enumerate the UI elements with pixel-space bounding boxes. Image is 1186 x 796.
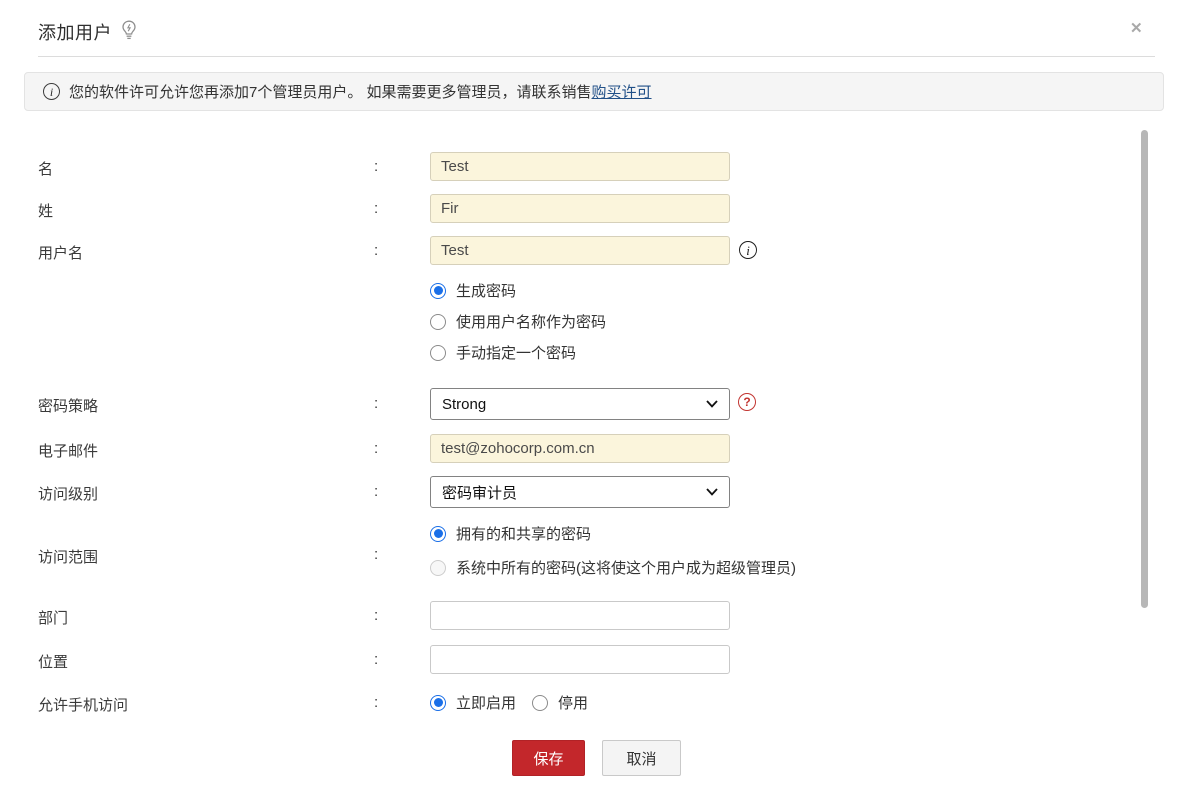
license-info-banner: i 您的软件许可允许您再添加7个管理员用户。 如果需要更多管理员，请联系销售 购买…: [24, 72, 1164, 111]
last-name-label: 姓: [38, 203, 54, 220]
add-user-dialog: 添加用户 ✕ i 您的软件许可允许您再添加7个管理员用户。 如果需要更多管理员，…: [0, 0, 1186, 796]
radio-manual-password[interactable]: 手动指定一个密码: [430, 342, 576, 363]
radio-generate-password[interactable]: 生成密码: [430, 280, 516, 301]
department-input[interactable]: [430, 601, 730, 630]
close-icon[interactable]: ✕: [1130, 21, 1143, 36]
radio-label: 立即启用: [456, 695, 517, 712]
department-label: 部门: [38, 610, 69, 627]
radio-label: 系统中所有的密码(这将使这个用户成为超级管理员): [456, 560, 796, 577]
lightbulb-hint-icon[interactable]: [121, 20, 137, 46]
page-title: 添加用户: [38, 23, 112, 43]
buy-license-link[interactable]: 购买许可: [592, 81, 652, 102]
password-policy-label: 密码策略: [38, 398, 99, 415]
selected-option: Strong: [442, 395, 487, 413]
last-name-input[interactable]: [430, 194, 730, 223]
radio-owned-shared-passwords[interactable]: 拥有的和共享的密码: [430, 523, 591, 544]
radio-username-as-password[interactable]: 使用用户名称作为密码: [430, 311, 606, 332]
header-divider: [38, 56, 1155, 57]
colon: :: [374, 546, 379, 563]
radio-dot: [430, 344, 446, 361]
access-scope-label: 访问范围: [38, 549, 99, 566]
radio-label: 拥有的和共享的密码: [456, 526, 592, 543]
radio-all-passwords-superadmin[interactable]: 系统中所有的密码(这将使这个用户成为超级管理员): [430, 557, 796, 578]
info-icon: i: [43, 83, 60, 100]
scrollbar-thumb[interactable]: [1141, 130, 1148, 608]
email-label: 电子邮件: [38, 443, 99, 460]
radio-enable-now[interactable]: 立即启用: [430, 692, 516, 713]
username-info-icon[interactable]: i: [739, 241, 757, 259]
radio-label: 停用: [558, 695, 589, 712]
colon: :: [374, 242, 379, 259]
access-level-label: 访问级别: [38, 486, 99, 503]
colon: :: [374, 483, 379, 500]
cancel-button[interactable]: 取消: [602, 740, 681, 776]
radio-label: 使用用户名称作为密码: [456, 314, 607, 331]
location-label: 位置: [38, 654, 69, 671]
chevron-down-icon: [706, 400, 718, 408]
radio-dot: [430, 559, 446, 576]
location-input[interactable]: [430, 645, 730, 674]
password-policy-select[interactable]: Strong: [430, 388, 730, 420]
save-button[interactable]: 保存: [512, 740, 585, 776]
radio-label: 手动指定一个密码: [456, 345, 577, 362]
dialog-header: 添加用户: [38, 18, 137, 46]
colon: :: [374, 651, 379, 668]
radio-dot: [430, 282, 446, 299]
colon: :: [374, 395, 379, 412]
colon: :: [374, 158, 379, 175]
password-policy-help-icon[interactable]: ?: [738, 393, 756, 411]
license-info-text: 您的软件许可允许您再添加7个管理员用户。 如果需要更多管理员，请联系销售: [69, 84, 592, 101]
radio-disable[interactable]: 停用: [532, 692, 588, 713]
colon: :: [374, 607, 379, 624]
radio-dot: [532, 694, 548, 711]
username-label: 用户名: [38, 245, 84, 262]
username-input[interactable]: [430, 236, 730, 265]
email-input[interactable]: [430, 434, 730, 463]
chevron-down-icon: [706, 488, 718, 496]
mobile-access-label: 允许手机访问: [38, 697, 129, 714]
colon: :: [374, 200, 379, 217]
first-name-input[interactable]: [430, 152, 730, 181]
radio-dot: [430, 525, 446, 542]
access-level-select[interactable]: 密码审计员: [430, 476, 730, 508]
colon: :: [374, 440, 379, 457]
selected-option: 密码审计员: [442, 484, 518, 502]
radio-label: 生成密码: [456, 283, 517, 300]
first-name-label: 名: [38, 161, 54, 178]
radio-dot: [430, 694, 446, 711]
colon: :: [374, 694, 379, 711]
radio-dot: [430, 313, 446, 330]
